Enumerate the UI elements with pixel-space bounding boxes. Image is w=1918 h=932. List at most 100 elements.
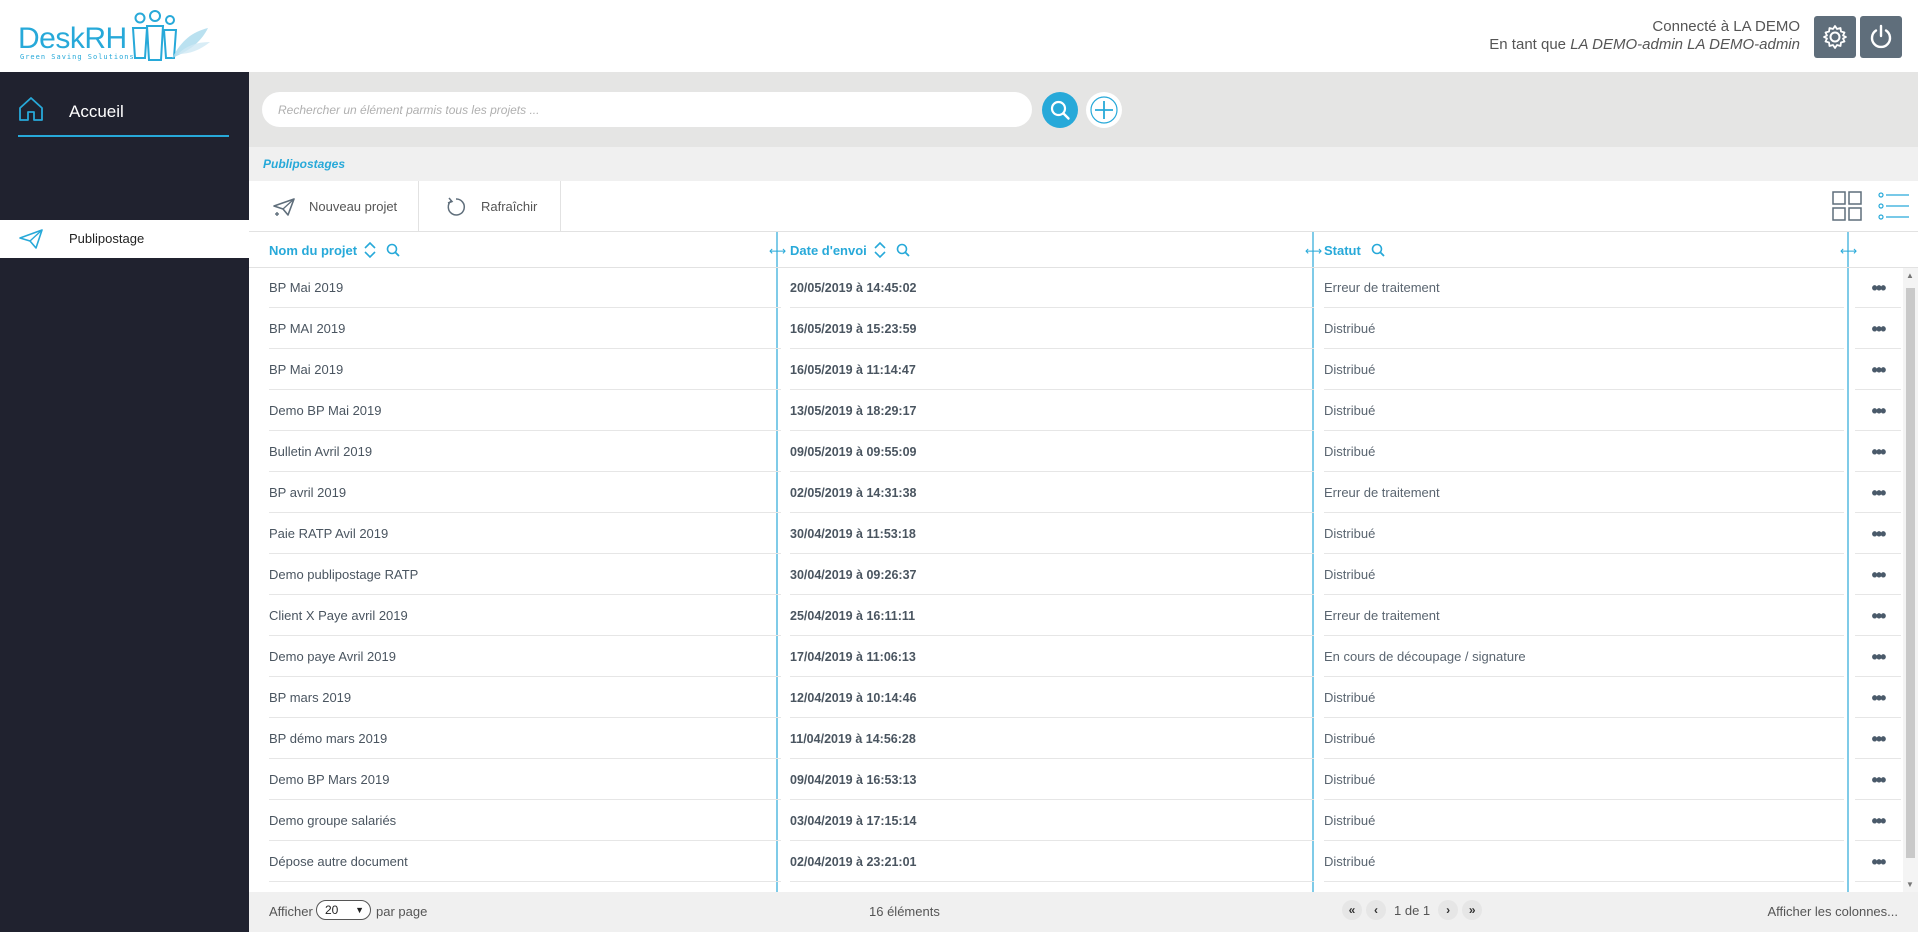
status: En cours de découpage / signature bbox=[1324, 637, 1844, 677]
project-name: BP mars 2019 bbox=[269, 678, 781, 718]
scrollbar[interactable]: ▲ ▼ bbox=[1903, 268, 1918, 892]
send-date: 12/04/2019 à 10:14:46 bbox=[790, 678, 1314, 718]
top-header: DeskRH Green Saving Solutions Connecté à… bbox=[0, 0, 1918, 72]
table-row[interactable]: BP MAI 2019 16/05/2019 à 15:23:59 Distribu… bbox=[249, 309, 1918, 350]
search-icon[interactable] bbox=[386, 243, 400, 257]
status: Distribué bbox=[1324, 350, 1844, 390]
table-row[interactable]: Bulletin Avril 2019 09/05/2019 à 09:55:09… bbox=[249, 432, 1918, 473]
project-name: Bulletin Avril 2019 bbox=[269, 432, 781, 472]
first-page-icon[interactable]: « bbox=[1342, 900, 1362, 920]
more-actions-icon[interactable]: ••• bbox=[1855, 760, 1901, 800]
status: Erreur de traitement bbox=[1324, 473, 1844, 513]
logout-button[interactable] bbox=[1860, 16, 1902, 58]
per-page-label: par page bbox=[376, 904, 428, 919]
more-actions-icon[interactable]: ••• bbox=[1855, 555, 1901, 595]
more-actions-icon[interactable]: ••• bbox=[1855, 391, 1901, 431]
pagination: « ‹ 1 de 1 › » bbox=[1342, 900, 1486, 920]
last-page-icon[interactable]: » bbox=[1462, 900, 1483, 920]
project-name: Paie RATP Avil 2019 bbox=[269, 514, 781, 554]
page-size-select[interactable]: 20 ▼ bbox=[316, 900, 371, 920]
prev-page-icon[interactable]: ‹ bbox=[1366, 900, 1386, 920]
settings-button[interactable] bbox=[1814, 16, 1856, 58]
send-date: 11/04/2019 à 14:56:28 bbox=[790, 719, 1314, 759]
scroll-up-icon[interactable]: ▲ bbox=[1906, 271, 1914, 280]
table-row[interactable]: Dépose autre document 02/04/2019 à 23:21:… bbox=[249, 842, 1918, 883]
more-actions-icon[interactable]: ••• bbox=[1855, 268, 1901, 308]
status: Distribué bbox=[1324, 514, 1844, 554]
search-input[interactable] bbox=[262, 92, 1032, 127]
status: Distribué bbox=[1324, 842, 1844, 882]
status: Erreur de traitement bbox=[1324, 268, 1844, 308]
list-view-button[interactable] bbox=[1878, 191, 1910, 226]
user-info: Connecté à LA DEMO En tant que LA DEMO-a… bbox=[1489, 18, 1800, 54]
sort-icon[interactable] bbox=[874, 241, 886, 259]
table-row[interactable]: BP mars 2019 12/04/2019 à 10:14:46 Distrib… bbox=[249, 678, 1918, 719]
logo: DeskRH Green Saving Solutions bbox=[18, 10, 210, 64]
breadcrumb[interactable]: Publipostages bbox=[263, 157, 345, 171]
add-button[interactable] bbox=[1086, 92, 1122, 128]
project-name: Dépose autre document bbox=[269, 842, 781, 882]
sidebar-item-publipostage[interactable]: Publipostage bbox=[0, 220, 249, 258]
column-header-date[interactable]: Date d'envoi bbox=[790, 232, 910, 268]
project-name: Client X Paye avril 2019 bbox=[269, 596, 781, 636]
more-actions-icon[interactable]: ••• bbox=[1855, 801, 1901, 841]
more-actions-icon[interactable]: ••• bbox=[1855, 473, 1901, 513]
column-resize-handle[interactable]: ⟷ bbox=[769, 244, 786, 258]
next-page-icon[interactable]: › bbox=[1438, 900, 1459, 920]
search-icon[interactable] bbox=[896, 243, 910, 257]
table-row[interactable]: Demo publipostage RATP 30/04/2019 à 09:26… bbox=[249, 555, 1918, 596]
table-footer: Afficher 20 ▼ par page 16 éléments « ‹ 1… bbox=[249, 892, 1918, 932]
grid-view-icon bbox=[1832, 191, 1862, 221]
project-name: BP avril 2019 bbox=[269, 473, 781, 513]
refresh-button[interactable]: Rafraîchir bbox=[419, 181, 561, 232]
connected-label: Connecté à LA DEMO bbox=[1652, 18, 1800, 35]
item-count: 16 éléments bbox=[869, 904, 940, 919]
search-icon[interactable] bbox=[1371, 243, 1385, 257]
user-name: LA DEMO-admin LA DEMO-admin bbox=[1570, 36, 1800, 53]
status: Distribué bbox=[1324, 801, 1844, 841]
more-actions-icon[interactable]: ••• bbox=[1855, 309, 1901, 349]
column-header-status[interactable]: Statut bbox=[1324, 232, 1385, 268]
more-actions-icon[interactable]: ••• bbox=[1855, 637, 1901, 677]
more-actions-icon[interactable]: ••• bbox=[1855, 719, 1901, 759]
status: Distribué bbox=[1324, 760, 1844, 800]
sidebar: Accueil Publipostage bbox=[0, 72, 249, 932]
grid-view-button[interactable] bbox=[1832, 191, 1862, 226]
table-row[interactable]: Demo groupe salariés 03/04/2019 à 17:15:1… bbox=[249, 801, 1918, 842]
send-date: 16/05/2019 à 11:14:47 bbox=[790, 350, 1314, 390]
table-header: Nom du projet ⟷ Date d'envoi ⟷ Statut ⟷ bbox=[249, 232, 1918, 268]
new-project-label: Nouveau projet bbox=[309, 199, 398, 214]
table-row[interactable]: Demo BP Mai 2019 13/05/2019 à 18:29:17 Dis… bbox=[249, 391, 1918, 432]
column-header-name[interactable]: Nom du projet bbox=[269, 232, 400, 268]
project-name: BP Mai 2019 bbox=[269, 268, 781, 308]
table-row[interactable]: BP démo mars 2019 11/04/2019 à 14:56:28 Di… bbox=[249, 719, 1918, 760]
paper-plane-add-icon bbox=[273, 197, 295, 216]
send-date: 02/04/2019 à 23:21:01 bbox=[790, 842, 1314, 882]
home-icon bbox=[19, 97, 43, 121]
column-resize-handle[interactable]: ⟷ bbox=[1840, 244, 1857, 258]
table-row[interactable]: BP Mai 2019 20/05/2019 à 14:45:02 Erreur d… bbox=[249, 268, 1918, 309]
project-name: Demo groupe salariés bbox=[269, 801, 781, 841]
more-actions-icon[interactable]: ••• bbox=[1855, 678, 1901, 718]
more-actions-icon[interactable]: ••• bbox=[1855, 842, 1901, 882]
sidebar-item-label: Accueil bbox=[69, 102, 124, 121]
search-button[interactable] bbox=[1042, 92, 1078, 128]
more-actions-icon[interactable]: ••• bbox=[1855, 432, 1901, 472]
table-row[interactable]: BP Mai 2019 16/05/2019 à 11:14:47 Distribu… bbox=[249, 350, 1918, 391]
scroll-thumb[interactable] bbox=[1906, 288, 1915, 858]
table-row[interactable]: Paie RATP Avil 2019 30/04/2019 à 11:53:18… bbox=[249, 514, 1918, 555]
sort-icon[interactable] bbox=[364, 241, 376, 259]
more-actions-icon[interactable]: ••• bbox=[1855, 350, 1901, 390]
sidebar-item-home[interactable]: Accueil bbox=[18, 84, 229, 137]
new-project-button[interactable]: Nouveau projet bbox=[249, 181, 419, 232]
scroll-down-icon[interactable]: ▼ bbox=[1906, 880, 1914, 889]
more-actions-icon[interactable]: ••• bbox=[1855, 514, 1901, 554]
table-row[interactable]: Client X Paye avril 2019 25/04/2019 à 16:… bbox=[249, 596, 1918, 637]
table-row[interactable]: Demo BP Mars 2019 09/04/2019 à 16:53:13 Di… bbox=[249, 760, 1918, 801]
table-row[interactable]: Demo paye Avril 2019 17/04/2019 à 11:06:1… bbox=[249, 637, 1918, 678]
column-resize-handle[interactable]: ⟷ bbox=[1305, 244, 1322, 258]
as-label: En tant que bbox=[1489, 36, 1571, 53]
table-row[interactable]: BP avril 2019 02/05/2019 à 14:31:38 Erreur… bbox=[249, 473, 1918, 514]
more-actions-icon[interactable]: ••• bbox=[1855, 596, 1901, 636]
show-columns-link[interactable]: Afficher les colonnes... bbox=[1767, 904, 1898, 919]
